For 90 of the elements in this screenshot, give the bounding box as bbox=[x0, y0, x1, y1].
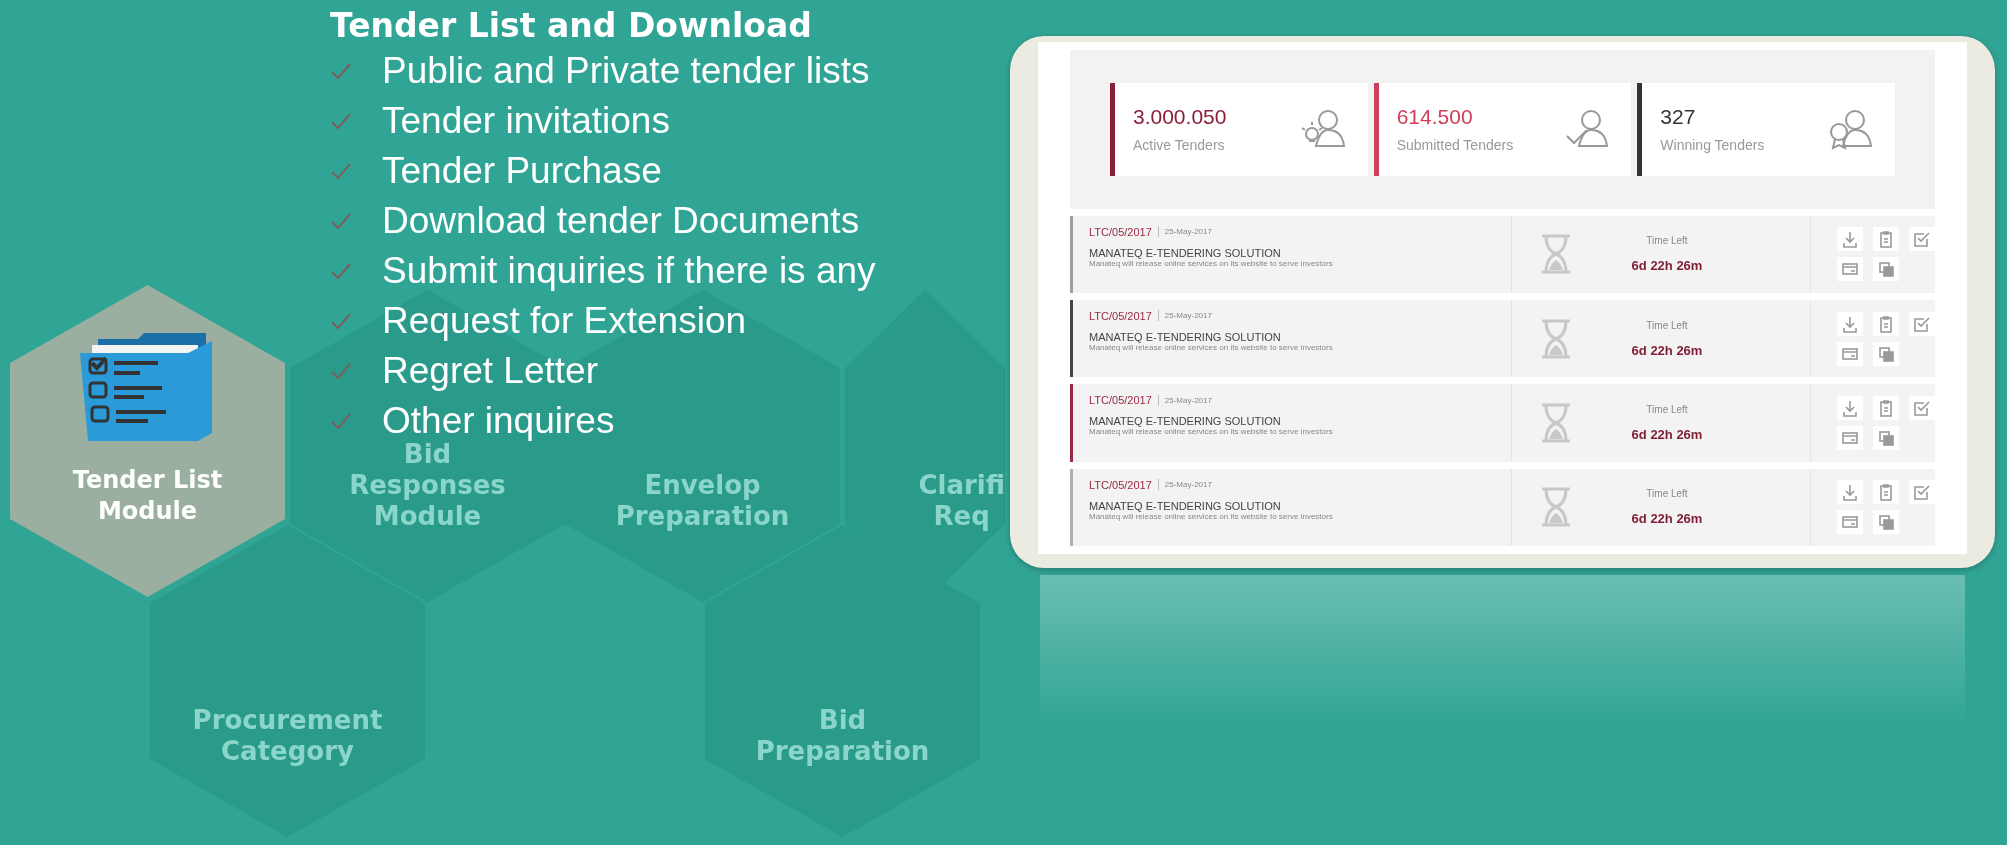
action-button[interactable] bbox=[1873, 341, 1899, 366]
check-icon bbox=[330, 412, 352, 430]
feature-text: Regret Letter bbox=[382, 350, 598, 392]
download-icon bbox=[1840, 482, 1860, 503]
action-button[interactable] bbox=[1837, 257, 1863, 282]
action-button[interactable] bbox=[1873, 426, 1899, 450]
action-button[interactable] bbox=[1873, 480, 1899, 505]
download-icon bbox=[1840, 398, 1860, 418]
hourglass-icon bbox=[1539, 487, 1572, 528]
tender-title: MANATEQ E-TENDERING SOLUTION bbox=[1089, 331, 1282, 343]
hourglass-icon bbox=[1539, 234, 1572, 275]
stat-label: Winning Tenders bbox=[1660, 137, 1765, 154]
time-left-value: 6d 22h 26m bbox=[1631, 427, 1703, 442]
tender-description: Manateq will release online services on its website to serve investors bbox=[1089, 427, 1334, 437]
action-button[interactable] bbox=[1873, 510, 1899, 535]
action-button[interactable] bbox=[1837, 341, 1863, 366]
action-button[interactable] bbox=[1837, 227, 1863, 252]
check-icon bbox=[330, 212, 352, 230]
tender-description: Manateq will release online services on its website to serve investors bbox=[1089, 343, 1334, 352]
action-button[interactable] bbox=[1909, 480, 1935, 505]
tender-date: 25-May-2017 bbox=[1164, 311, 1212, 321]
feature-text: Tender Purchase bbox=[382, 150, 662, 192]
feature-text: Tender invitations bbox=[382, 100, 670, 142]
module-label[interactable]: Clarifi Req bbox=[918, 470, 1005, 532]
action-button[interactable] bbox=[1909, 311, 1935, 336]
tender-reference: LTC/05/2017 bbox=[1089, 394, 1152, 407]
action-button[interactable] bbox=[1837, 426, 1863, 450]
tender-title: MANATEQ E-TENDERING SOLUTION bbox=[1089, 415, 1282, 428]
tender-reference: LTC/05/2017 bbox=[1089, 478, 1152, 491]
tender-description: Manateq will release online services on its website to serve investors bbox=[1089, 511, 1334, 521]
checkbox-icon bbox=[1912, 482, 1932, 503]
tender-date: 25-May-2017 bbox=[1164, 480, 1212, 490]
action-button[interactable] bbox=[1837, 510, 1863, 535]
module-label: Tender List Module bbox=[72, 465, 223, 527]
time-left-value: 6d 22h 26m bbox=[1631, 258, 1703, 274]
stat-label: Active Tenders bbox=[1133, 137, 1226, 154]
action-button[interactable] bbox=[1837, 480, 1863, 505]
time-left-value: 6d 22h 26m bbox=[1631, 342, 1703, 358]
check-icon bbox=[330, 262, 352, 280]
stat-value: 614.500 bbox=[1396, 105, 1474, 130]
stat-value: 327 bbox=[1660, 105, 1697, 130]
hourglass-icon bbox=[1539, 318, 1572, 359]
checkbox-icon bbox=[1912, 229, 1932, 250]
copy-icon bbox=[1876, 259, 1896, 280]
tender-date: 25-May-2017 bbox=[1164, 395, 1212, 405]
module-label[interactable]: Procurement Category bbox=[192, 705, 383, 767]
tender-date: 25-May-2017 bbox=[1164, 227, 1212, 237]
tender-row[interactable]: LTC/05/2017 25-May-2017 MANATEQ E-TENDERING SOLUTION Manateq will release online services on its website to serve investors Time Left 6d 22h 26m bbox=[1070, 468, 1935, 546]
time-left-label: Time Left bbox=[1646, 319, 1688, 331]
action-button[interactable] bbox=[1837, 311, 1863, 336]
time-left-label: Time Left bbox=[1646, 404, 1688, 415]
tender-row[interactable]: LTC/05/2017 25-May-2017 MANATEQ E-TENDERING SOLUTION Manateq will release online services on its website to serve investors Time Left 6d 22h 26m bbox=[1070, 215, 1935, 293]
download-icon bbox=[1840, 229, 1860, 250]
action-button[interactable] bbox=[1873, 257, 1899, 282]
module-label[interactable]: Bid Responses Module bbox=[349, 439, 506, 532]
tender-reference: LTC/05/2017 bbox=[1089, 225, 1152, 238]
check-icon bbox=[330, 62, 352, 80]
checkbox-icon bbox=[1912, 398, 1932, 418]
check-icon bbox=[330, 162, 352, 180]
action-button[interactable] bbox=[1909, 396, 1935, 420]
feature-text: Request for Extension bbox=[382, 300, 747, 342]
action-button[interactable] bbox=[1873, 396, 1899, 420]
slide-heading: Tender List and Download bbox=[330, 6, 813, 46]
action-button[interactable] bbox=[1909, 227, 1935, 252]
check-icon bbox=[330, 312, 352, 330]
copy-icon bbox=[1876, 512, 1896, 533]
feature-text: Download tender Documents bbox=[382, 200, 860, 242]
time-left-value: 6d 22h 26m bbox=[1631, 511, 1703, 527]
feature-text: Submit inquiries if there is any bbox=[382, 250, 876, 292]
stat-label: Submitted Tenders bbox=[1396, 137, 1514, 154]
tender-row[interactable]: LTC/05/2017 25-May-2017 MANATEQ E-TENDERING SOLUTION Manateq will release online services on its website to serve investors Time Left 6d 22h 26m bbox=[1070, 300, 1935, 378]
module-label[interactable]: Bid Preparation bbox=[755, 705, 930, 767]
module-label[interactable]: Envelop Preparation bbox=[615, 470, 790, 532]
check-icon bbox=[330, 362, 352, 380]
action-button[interactable] bbox=[1837, 396, 1863, 420]
time-left-label: Time Left bbox=[1646, 488, 1688, 500]
action-button[interactable] bbox=[1873, 311, 1899, 336]
feature-text: Public and Private tender lists bbox=[382, 50, 870, 92]
tender-reference: LTC/05/2017 bbox=[1089, 310, 1152, 322]
tender-title: MANATEQ E-TENDERING SOLUTION bbox=[1089, 499, 1282, 512]
action-button[interactable] bbox=[1873, 227, 1899, 252]
tender-title: MANATEQ E-TENDERING SOLUTION bbox=[1089, 246, 1282, 259]
tender-row[interactable]: LTC/05/2017 25-May-2017 MANATEQ E-TENDERING SOLUTION Manateq will release online services on its website to serve investors Time Left 6d 22h 26m bbox=[1070, 384, 1935, 462]
time-left-label: Time Left bbox=[1646, 235, 1688, 247]
copy-icon bbox=[1876, 428, 1896, 448]
check-icon bbox=[330, 112, 352, 130]
hourglass-icon bbox=[1539, 403, 1572, 443]
tender-description: Manateq will release online services on its website to serve investors bbox=[1089, 258, 1334, 268]
stat-value: 3.000.050 bbox=[1133, 105, 1227, 130]
feature-text: Other inquires bbox=[382, 400, 615, 442]
